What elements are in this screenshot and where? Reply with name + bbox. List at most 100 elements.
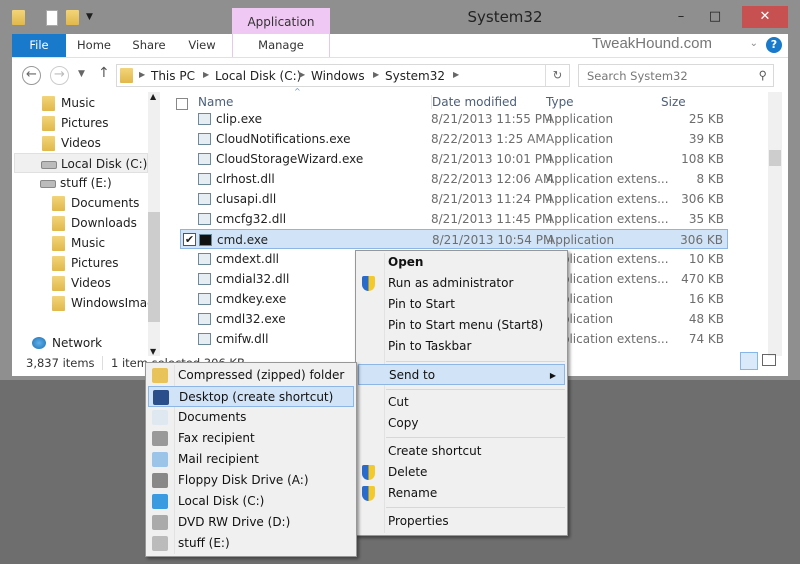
file-row[interactable]: CloudStorageWizard.exe 8/21/2013 10:01 PM…	[180, 149, 728, 169]
breadcrumb-this-pc[interactable]: This PC	[151, 69, 195, 83]
column-header-name[interactable]: Name	[198, 95, 233, 109]
search-placeholder: Search System32	[587, 69, 688, 83]
column-header-size[interactable]: Size	[661, 95, 686, 109]
menu-item-properties[interactable]: Properties	[358, 511, 565, 532]
file-row[interactable]: ✔ cmd.exe 8/21/2013 10:54 PM Application 306…	[180, 229, 728, 249]
new-folder-icon[interactable]	[66, 10, 79, 25]
nav-label: Music	[61, 96, 96, 110]
menu-item-cut[interactable]: Cut	[358, 392, 565, 413]
send-to-item-floppy-drive[interactable]: Floppy Disk Drive (A:)	[148, 470, 354, 491]
menu-label: Send to	[389, 368, 436, 382]
menu-label: Pin to Taskbar	[388, 339, 472, 353]
file-size: 8 KB	[696, 172, 724, 186]
expand-ribbon-icon[interactable]: ⌄	[750, 38, 758, 49]
details-view-icon[interactable]	[740, 352, 758, 370]
file-date: 8/22/2013 1:25 AM	[431, 132, 546, 146]
properties-icon[interactable]	[46, 10, 58, 26]
file-name: CloudNotifications.exe	[216, 132, 351, 146]
file-size: 306 KB	[680, 233, 723, 247]
column-header-type[interactable]: Type	[546, 95, 574, 109]
help-icon[interactable]: ?	[766, 37, 782, 53]
folder-icon	[120, 68, 133, 83]
tab-home[interactable]: Home	[72, 34, 116, 57]
large-icons-view-icon[interactable]	[762, 354, 776, 366]
file-name: clrhost.dll	[216, 172, 275, 186]
context-menu: Open Run as administrator Pin to Start P…	[355, 250, 568, 536]
menu-label: Pin to Start	[388, 297, 455, 311]
mail-recipient-icon	[152, 452, 168, 467]
file-row[interactable]: clip.exe 8/21/2013 11:55 PM Application 25 …	[180, 109, 728, 129]
send-to-item-documents[interactable]: Documents	[148, 407, 354, 428]
customize-qat-icon[interactable]: ▼	[86, 12, 93, 22]
menu-label: Desktop (create shortcut)	[179, 390, 334, 404]
menu-label: Compressed (zipped) folder	[178, 368, 345, 382]
send-to-item-mail-recipient[interactable]: Mail recipient	[148, 449, 354, 470]
tab-manage[interactable]: Manage	[232, 34, 330, 57]
submenu-arrow-icon: ▶	[549, 371, 556, 380]
recent-locations-icon[interactable]: ▼	[78, 69, 85, 79]
file-list-scrollbar-thumb[interactable]	[769, 150, 781, 166]
breadcrumb-local-disk[interactable]: Local Disk (C:)	[215, 69, 301, 83]
maximize-button[interactable]: □	[700, 6, 730, 28]
tab-view[interactable]: View	[182, 34, 222, 57]
menu-item-rename[interactable]: Rename	[358, 483, 565, 504]
breadcrumb-system32[interactable]: System32	[385, 69, 445, 83]
uac-shield-icon	[362, 276, 375, 291]
menu-item-create-shortcut[interactable]: Create shortcut	[358, 441, 565, 462]
search-icon: ⚲	[758, 68, 767, 82]
close-button[interactable]: ✕	[742, 6, 788, 28]
status-item-count: 3,837 items	[26, 356, 95, 370]
forward-button[interactable]: →	[50, 66, 69, 85]
menu-item-pin-to-start[interactable]: Pin to Start	[358, 294, 565, 315]
menu-item-delete[interactable]: Delete	[358, 462, 565, 483]
uac-shield-icon	[362, 465, 375, 480]
exe-file-icon	[198, 313, 211, 325]
folder-icon[interactable]	[12, 10, 25, 25]
minimize-button[interactable]: –	[666, 6, 696, 28]
file-row[interactable]: cmcfg32.dll 8/21/2013 11:45 PM Application…	[180, 209, 728, 229]
row-checkbox[interactable]: ✔	[183, 233, 196, 246]
send-to-item-dvd-drive[interactable]: DVD RW Drive (D:)	[148, 512, 354, 533]
menu-label: Fax recipient	[178, 431, 255, 445]
scroll-up-icon[interactable]: ▲	[150, 92, 156, 101]
file-size: 25 KB	[688, 112, 724, 126]
file-name: clusapi.dll	[216, 192, 277, 206]
menu-label: Properties	[388, 514, 449, 528]
file-name: cmdial32.dll	[216, 272, 290, 286]
tab-file[interactable]: File	[12, 34, 66, 57]
menu-item-pin-to-taskbar[interactable]: Pin to Taskbar	[358, 336, 565, 357]
menu-label: Documents	[178, 410, 247, 424]
menu-label: Rename	[388, 486, 438, 500]
menu-label: Copy	[388, 416, 419, 430]
back-button[interactable]: ←	[22, 66, 41, 85]
menu-item-open[interactable]: Open	[358, 252, 565, 273]
send-to-item-stuff-drive[interactable]: stuff (E:)	[148, 533, 354, 554]
file-size: 48 KB	[688, 312, 724, 326]
send-to-item-desktop[interactable]: Desktop (create shortcut)	[148, 386, 354, 407]
send-to-item-local-disk[interactable]: Local Disk (C:)	[148, 491, 354, 512]
send-to-item-compressed-folder[interactable]: Compressed (zipped) folder	[148, 365, 354, 386]
file-size: 10 KB	[688, 252, 724, 266]
address-bar[interactable]: ▶ This PC ▶ Local Disk (C:) ▶ Windows ▶ …	[116, 64, 570, 87]
send-to-item-fax-recipient[interactable]: Fax recipient	[148, 428, 354, 449]
breadcrumb-windows[interactable]: Windows	[311, 69, 365, 83]
stuff-drive-icon	[152, 536, 168, 551]
file-row[interactable]: clrhost.dll 8/22/2013 12:06 AM Application…	[180, 169, 728, 189]
file-list-scrollbar[interactable]	[768, 92, 782, 356]
menu-label: Cut	[388, 395, 409, 409]
menu-label: DVD RW Drive (D:)	[178, 515, 291, 529]
file-row[interactable]: clusapi.dll 8/21/2013 11:24 PM Application…	[180, 189, 728, 209]
menu-item-send-to[interactable]: Send to ▶	[358, 364, 565, 385]
menu-item-copy[interactable]: Copy	[358, 413, 565, 434]
file-name: cmdext.dll	[216, 252, 279, 266]
sort-ascending-icon: ^	[294, 87, 301, 96]
tab-share[interactable]: Share	[126, 34, 172, 57]
file-row[interactable]: CloudNotifications.exe 8/22/2013 1:25 AM A…	[180, 129, 728, 149]
menu-item-pin-to-start-menu[interactable]: Pin to Start menu (Start8)	[358, 315, 565, 336]
column-header-date[interactable]: Date modified	[431, 95, 517, 109]
search-input[interactable]: Search System32 ⚲	[578, 64, 774, 87]
up-button[interactable]: ↑	[98, 65, 110, 81]
file-date: 8/21/2013 11:55 PM	[431, 112, 553, 126]
menu-item-run-as-administrator[interactable]: Run as administrator	[358, 273, 565, 294]
refresh-icon[interactable]: ↻	[545, 65, 569, 86]
